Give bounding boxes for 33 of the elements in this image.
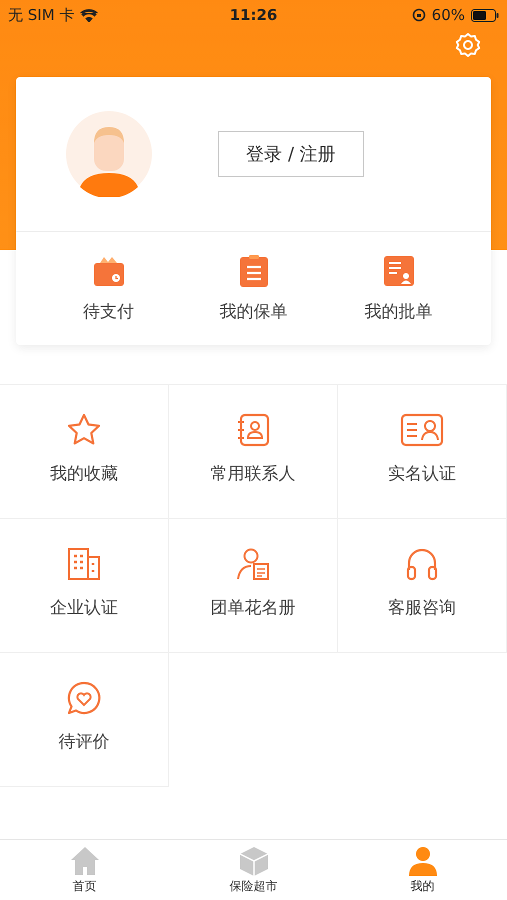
carrier-label: 无 SIM 卡: [8, 6, 74, 24]
cube-icon: [238, 846, 270, 876]
order-shortcut[interactable]: 我的批单: [344, 254, 454, 323]
wifi-icon: [80, 8, 98, 22]
login-register-button[interactable]: 登录 / 注册: [218, 131, 364, 177]
battery-percent: 60%: [432, 6, 465, 24]
contact-book-icon: [235, 412, 271, 448]
tab-bar-item[interactable]: 我的: [338, 840, 507, 900]
order-shortcut[interactable]: 待支付: [54, 254, 164, 323]
tab-bar-item[interactable]: 首页: [0, 840, 169, 900]
service-item[interactable]: 我的收藏: [0, 385, 169, 519]
settings-icon: [455, 32, 481, 58]
service-item[interactable]: 常用联系人: [169, 385, 338, 519]
battery-icon: [471, 8, 499, 22]
service-item[interactable]: 团单花名册: [169, 519, 338, 653]
building-icon: [66, 546, 102, 582]
service-item[interactable]: 企业认证: [0, 519, 169, 653]
rotation-lock-icon: [412, 8, 426, 22]
order-shortcut[interactable]: 我的保单: [198, 254, 308, 323]
tab-bar-item[interactable]: 保险超市: [169, 840, 338, 900]
service-item[interactable]: 待评价: [0, 653, 169, 787]
heart-chat-icon: [66, 680, 102, 716]
document-person-icon: [382, 254, 416, 288]
person-document-icon: [235, 546, 271, 582]
settings-button[interactable]: [454, 32, 482, 60]
person-icon: [406, 846, 438, 876]
service-item[interactable]: 客服咨询: [338, 519, 507, 653]
service-item[interactable]: 实名认证: [338, 385, 507, 519]
id-card-icon: [400, 412, 444, 448]
headset-icon: [404, 546, 440, 582]
clock-time: 11:26: [230, 6, 278, 24]
avatar-icon: [66, 111, 152, 197]
home-icon: [68, 846, 100, 876]
